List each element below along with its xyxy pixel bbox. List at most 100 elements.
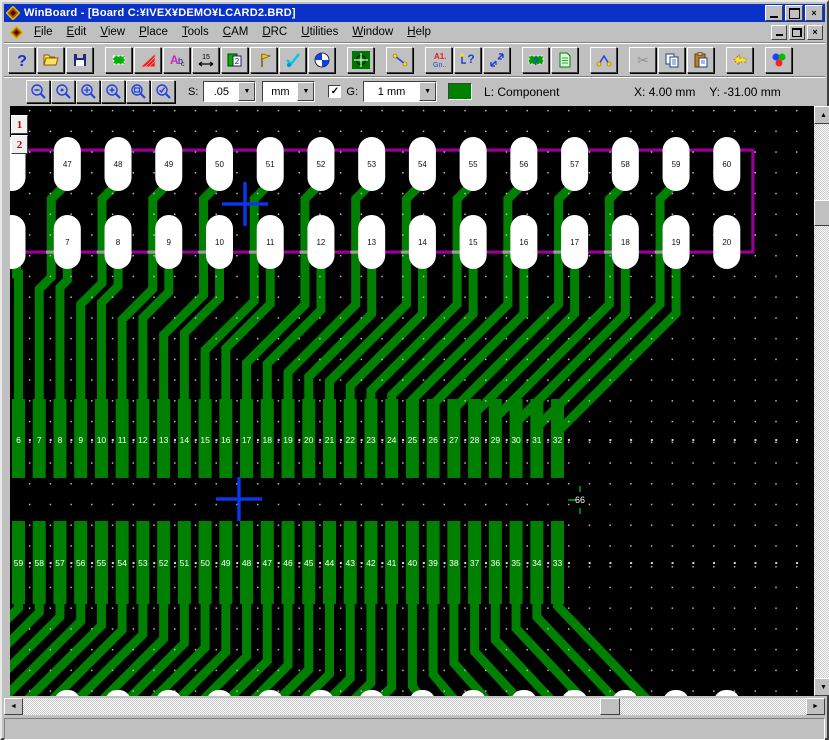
horizontal-scrollbar[interactable]: ◄ ► [4,698,825,715]
svg-text:2: 2 [234,57,239,66]
auto-annotate-button[interactable]: A1.Gn.. [425,47,452,73]
layers-button[interactable]: 2 [221,47,248,73]
menu-cam[interactable]: CAM [216,24,256,40]
finger-number-bottom: 54 [117,558,127,568]
drc-check-button[interactable] [279,47,306,73]
scale-value: .05 [204,86,238,98]
separator-dot [298,562,300,564]
pad-top-row-label: 57 [570,160,579,169]
pcb-drawing[interactable]: 4748495051525354555657585960789101112131… [10,106,815,696]
grid-combo[interactable]: 1 mm ▼ [363,81,437,102]
auto-annotate-icon: A1.Gn.. [430,51,448,69]
pad-top-row-label: 60 [722,160,731,169]
scroll-left-button[interactable]: ◄ [4,698,23,715]
separator-dot [29,562,31,564]
mdi-restore-button[interactable] [789,25,805,40]
menu-file[interactable]: File [27,24,60,40]
vertical-scroll-thumb[interactable] [814,200,829,226]
pad-top-row-label: 52 [316,160,325,169]
separator-dot [609,439,611,441]
pad-bottom-row-partial[interactable] [10,215,26,269]
color-settings-button[interactable] [765,47,792,73]
main-toolbar: ? Abc15 2 A1.Gn..?? ✂ [4,42,825,77]
crosshair[interactable] [243,182,246,226]
query-route-button[interactable]: ? [454,47,481,73]
zoom-window-button[interactable] [126,80,150,103]
separator-dot [734,439,736,441]
component-mode-button[interactable] [105,47,132,73]
separator-dot [112,439,114,441]
scroll-right-button[interactable]: ► [806,698,825,715]
separator-dot [195,439,197,441]
scroll-right-icon: ► [812,703,819,710]
polygon-mode-button[interactable] [134,47,161,73]
finger-number-top: 11 [118,435,127,445]
zoom-out-button[interactable] [26,80,50,103]
menu-drc[interactable]: DRC [255,24,294,40]
vertical-scrollbar[interactable]: ▲ ▼ [814,106,829,696]
board-canvas[interactable]: 4748495051525354555657585960789101112131… [10,106,815,696]
document-icon[interactable] [10,26,23,39]
pad-top-row-label: 50 [215,160,224,169]
minimize-button[interactable] [765,5,783,21]
grid-dropdown-arrow[interactable]: ▼ [419,82,436,101]
open-file-button[interactable] [37,47,64,73]
scale-dropdown-arrow[interactable]: ▼ [238,82,255,101]
grid-value: 1 mm [364,86,419,98]
component-mode-icon [110,51,128,69]
crosshair[interactable] [237,477,240,521]
paste-button[interactable] [687,47,714,73]
separator-dot [215,439,217,441]
menu-place[interactable]: Place [132,24,175,40]
add-trace-button[interactable] [386,47,413,73]
snap-move-button[interactable] [483,47,510,73]
text-mode-button[interactable]: Abc [163,47,190,73]
report-doc-button[interactable] [551,47,578,73]
layer-color-swatch[interactable] [448,83,472,100]
close-button[interactable]: × [805,5,823,21]
zoom-center-button[interactable] [51,80,75,103]
mdi-close-button[interactable]: × [807,25,823,40]
dimension-mode-button[interactable]: 15 [192,47,219,73]
finger-number-top: 17 [242,435,252,445]
scale-combo[interactable]: .05 ▼ [203,81,256,102]
zoom-pan-button[interactable] [76,80,100,103]
menu-tools[interactable]: Tools [175,24,216,40]
redraw-globe-button[interactable] [308,47,335,73]
save-button[interactable] [66,47,93,73]
origin-target-button[interactable] [347,47,374,73]
query-component-button[interactable]: ? [522,47,549,73]
help-button[interactable]: ? [8,47,35,73]
scroll-up-button[interactable]: ▲ [814,106,829,124]
scroll-down-button[interactable]: ▼ [814,678,829,696]
edit-trace-button[interactable] [590,47,617,73]
zoom-in-button[interactable] [101,80,125,103]
layer-1-button[interactable]: 1 [11,115,28,134]
maximize-button[interactable] [785,5,803,21]
units-combo[interactable]: mm ▼ [262,81,315,102]
mdi-minimize-button[interactable] [771,25,787,40]
separator-dot [589,562,591,564]
pad-bottom-row-label: 13 [367,238,376,247]
menu-window[interactable]: Window [345,24,400,40]
menu-view[interactable]: View [93,24,132,40]
separator-dot [568,562,570,564]
units-dropdown-arrow[interactable]: ▼ [297,82,314,101]
menu-help[interactable]: Help [400,24,438,40]
grid-checkbox[interactable]: ✓ [328,85,341,98]
menu-edit[interactable]: Edit [60,24,94,40]
flag-marker-button[interactable] [250,47,277,73]
separator-dot [278,562,280,564]
separator-dot [70,439,72,441]
undo-button[interactable] [726,47,753,73]
cut-button[interactable]: ✂ [629,47,656,73]
horizontal-scroll-thumb[interactable] [600,698,620,715]
copy-button[interactable] [658,47,685,73]
finger-number-top: 20 [304,435,314,445]
layer-2-button[interactable]: 2 [11,135,28,154]
marker-66-label: 66 [575,495,585,505]
menu-utilities[interactable]: Utilities [294,24,345,40]
zoom-confirm-button[interactable] [151,80,175,103]
finger-number-bottom: 58 [34,558,44,568]
winboard-app: { "window": { "title": "WinBoard - [Boar… [0,0,829,740]
